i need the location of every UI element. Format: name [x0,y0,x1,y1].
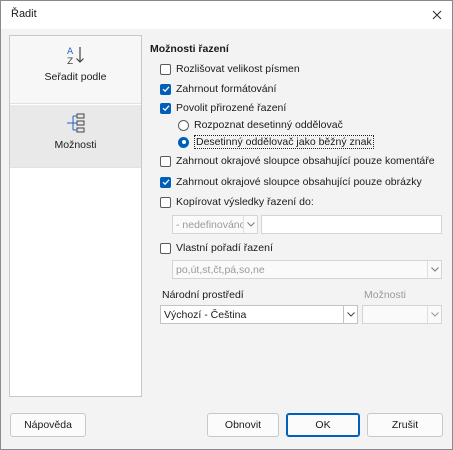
ok-button[interactable]: OK [286,413,360,437]
section-title: Možnosti řazení [150,43,229,55]
algorithm-dropdown[interactable] [362,305,442,324]
close-icon [432,10,442,20]
sidebar-item-label: Možnosti [54,139,97,151]
sidebar: A Z Seřadit podle Možnosti [9,35,142,397]
checkmark-icon [162,105,169,112]
checkmark-icon [162,86,169,93]
copy-target-value: - nedefinováno - [176,218,243,231]
include-images-checkbox[interactable] [160,176,171,188]
include-formats-checkbox[interactable] [160,83,171,95]
copy-results-checkbox[interactable] [160,196,171,208]
cancel-button[interactable]: Zrušit [367,413,443,437]
radio-detect-decimal[interactable] [178,119,189,131]
close-button[interactable] [426,4,448,26]
copy-target-dropdown[interactable]: - nedefinováno - [172,215,258,234]
sidebar-item-options[interactable]: Možnosti [10,105,141,168]
include-formats-label: Zahrnout formátování [176,83,277,95]
sort-az-icon: A Z [67,47,84,66]
custom-order-value: po,út,st,čt,pá,so,ne [176,263,265,276]
window-title: Řadit [11,8,37,20]
case-sensitive-option[interactable]: Rozlišovat velikost písmen [160,62,300,76]
reset-button[interactable]: Obnovit [207,413,279,437]
include-images-option[interactable]: Zahrnout okrajové sloupce obsahující pou… [160,175,422,189]
checkmark-icon [162,179,169,186]
include-formats-option[interactable]: Zahrnout formátování [160,82,276,96]
sort-dialog: Řadit A Z Seřadit podle Možnosti Možnost… [0,0,453,450]
include-comments-checkbox[interactable] [160,155,171,167]
natural-sort-option[interactable]: Povolit přirozené řazení [160,101,286,115]
case-sensitive-checkbox[interactable] [160,63,171,75]
natural-sort-checkbox[interactable] [160,102,171,114]
locale-label: Národní prostředí [162,289,244,301]
copy-results-label: Kopírovat výsledky řazení do: [176,196,314,208]
custom-order-option[interactable]: Vlastní pořadí řazení [160,241,273,255]
chevron-down-icon [343,306,357,323]
copy-results-option[interactable]: Kopírovat výsledky řazení do: [160,195,314,209]
chevron-down-icon [427,306,441,323]
algorithm-label: Možnosti [364,289,407,301]
radio-detect-decimal-option[interactable]: Rozpoznat desetinný oddělovač [178,118,343,132]
include-images-label: Zahrnout okrajové sloupce obsahující pou… [176,176,422,188]
case-sensitive-label: Rozlišovat velikost písmen [176,63,300,75]
custom-order-dropdown[interactable]: po,út,st,čt,pá,so,ne [172,260,442,279]
custom-order-label: Vlastní pořadí řazení [176,242,273,254]
include-comments-label: Zahrnout okrajové sloupce obsahující pou… [176,155,435,167]
radio-normal-char-option[interactable]: Desetinný oddělovač jako běžný znak [178,135,374,149]
include-comments-option[interactable]: Zahrnout okrajové sloupce obsahující pou… [160,154,435,168]
title-bar: Řadit [1,1,452,29]
radio-normal-char[interactable] [178,136,189,148]
sidebar-item-sort-by[interactable]: A Z Seřadit podle [10,36,141,104]
sidebar-item-label: Seřadit podle [44,71,107,83]
chevron-down-icon [427,261,441,278]
radio-normal-char-label: Desetinný oddělovač jako běžný znak [194,135,374,149]
custom-order-checkbox[interactable] [160,242,171,254]
tree-options-icon [66,113,84,133]
svg-text:A: A [67,47,74,57]
locale-value: Výchozí - Čeština [164,308,247,321]
chevron-down-icon [243,216,257,233]
svg-text:Z: Z [67,57,73,66]
radio-detect-decimal-label: Rozpoznat desetinný oddělovač [194,119,343,131]
locale-dropdown[interactable]: Výchozí - Čeština [160,305,358,324]
copy-target-field[interactable] [261,215,442,234]
natural-sort-label: Povolit přirozené řazení [176,102,287,114]
help-button[interactable]: Nápověda [10,413,86,437]
